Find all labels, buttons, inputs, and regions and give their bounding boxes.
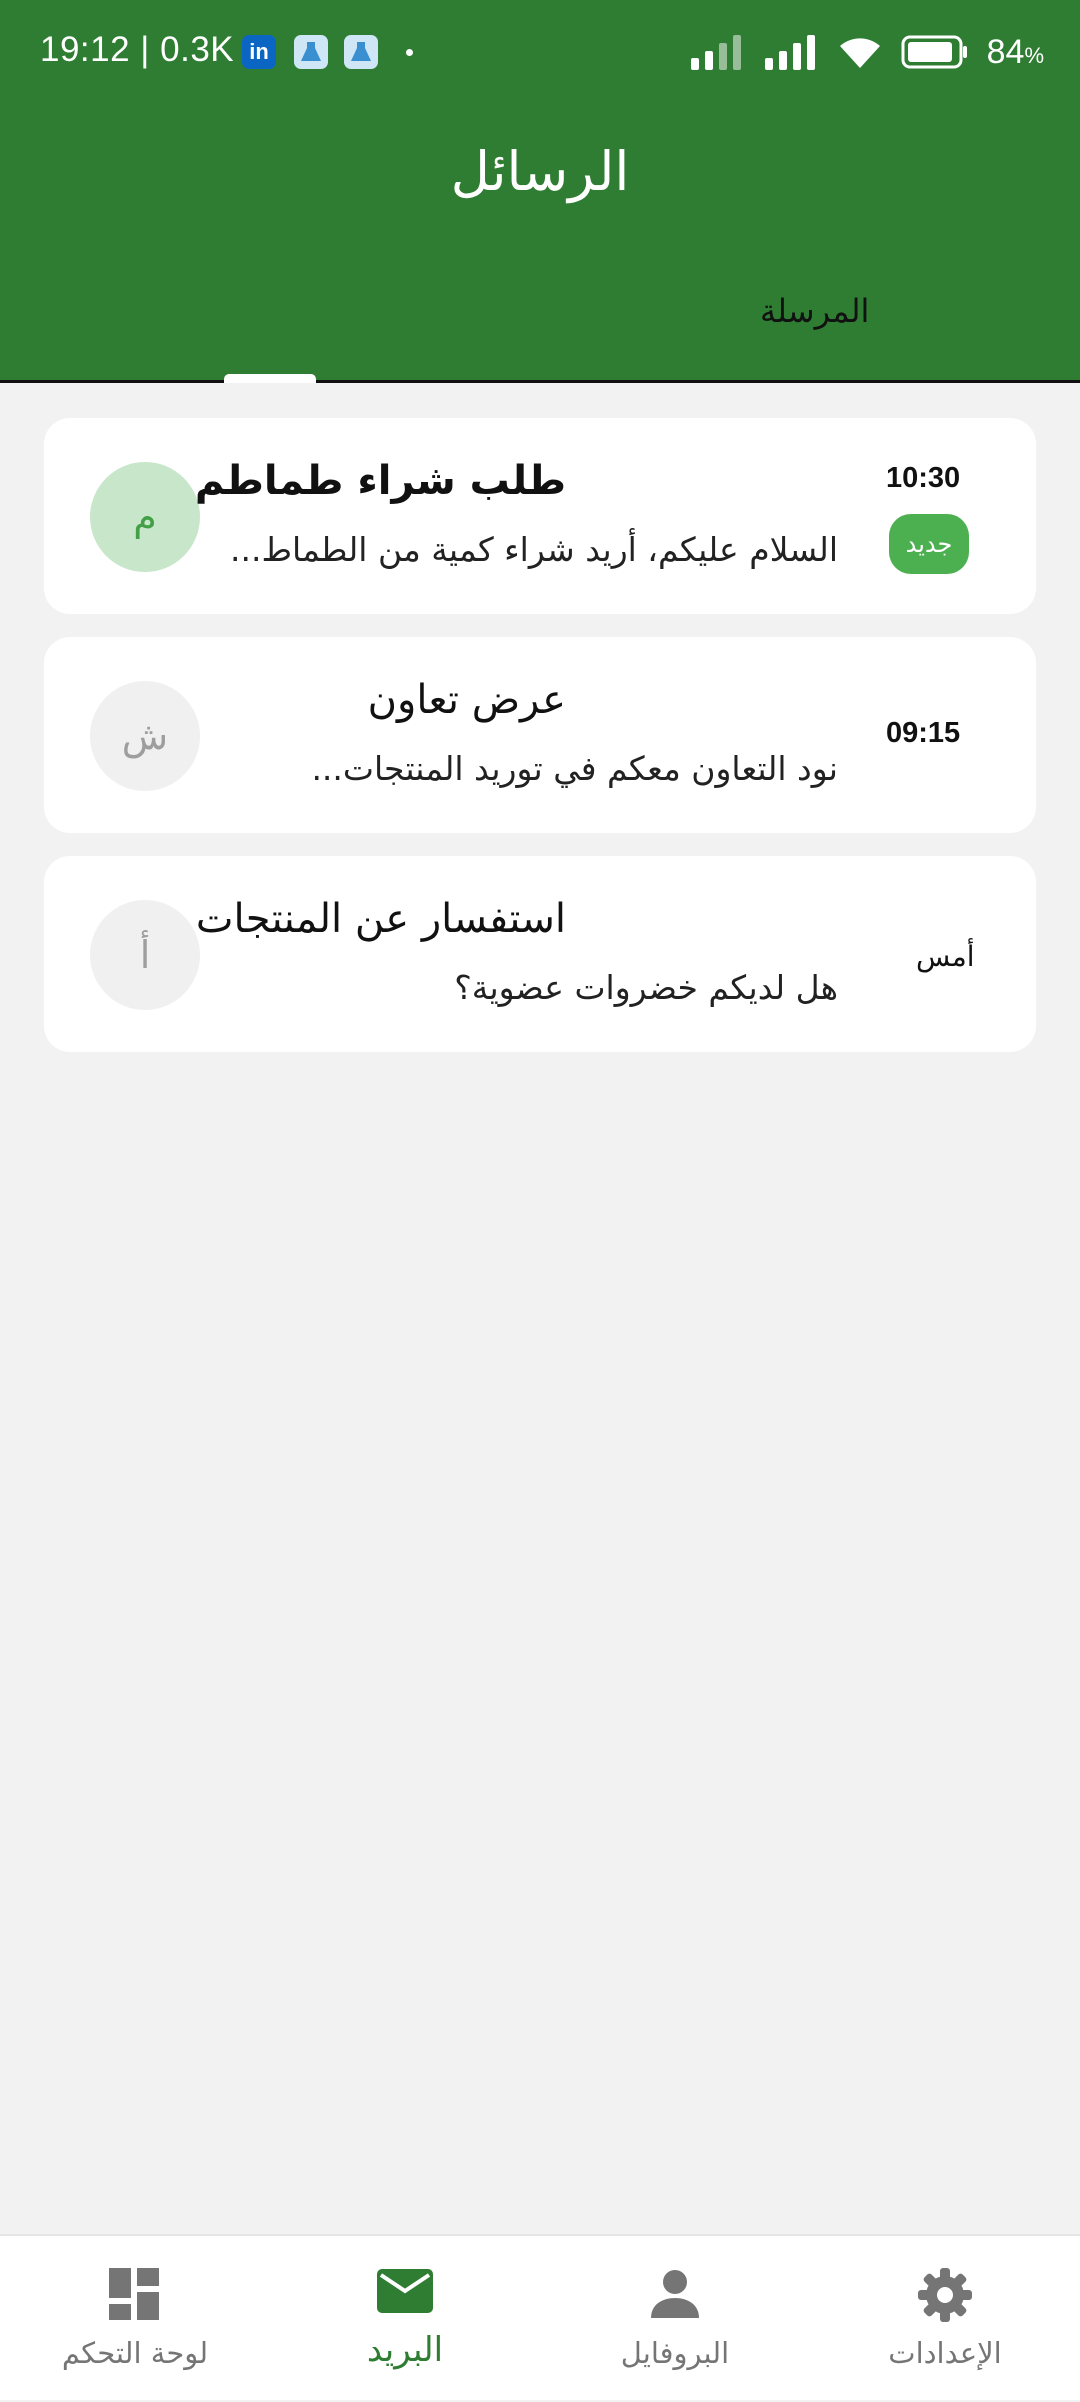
status-icons: 84% [689, 28, 1044, 76]
gear-icon [918, 2268, 972, 2322]
signal-icon [764, 35, 815, 70]
page-title: الرسائل [450, 140, 630, 203]
app-notification-icon [294, 35, 328, 69]
sender-avatar: م [90, 462, 200, 572]
battery-icon [901, 35, 967, 69]
sender-avatar: ش [90, 681, 200, 791]
message-preview: السلام عليكم، أريد شراء كمية من الطماط..… [230, 530, 838, 569]
mail-icon [377, 2269, 433, 2313]
message-subject: عرض تعاون [367, 677, 566, 723]
message-time: 09:15 [886, 717, 961, 749]
nav-item-dashboard[interactable]: لوحة التحكم [0, 2236, 270, 2402]
signal-icon [690, 35, 741, 70]
message-preview: هل لديكم خضروات عضوية؟ [454, 968, 838, 1007]
person-icon [651, 2270, 699, 2318]
status-time: 19:12 | 0.3K [40, 30, 235, 69]
dashboard-icon [109, 2268, 159, 2320]
app-notification-icon [344, 35, 378, 69]
message-time: أمس [916, 940, 975, 973]
message-card[interactable]: أ استفسار عن المنتجات هل لديكم خضروات عض… [44, 856, 1036, 1052]
nav-item-mail[interactable]: البريد [270, 2236, 540, 2402]
message-card[interactable]: م طلب شراء طماطم السلام عليكم، أريد شراء… [44, 418, 1036, 614]
nav-label: لوحة التحكم [61, 2336, 209, 2370]
message-time: 10:30 [886, 462, 961, 494]
app-bar: 19:12 | 0.3K in 84% الرسائل المرسلة [0, 0, 1080, 383]
nav-label: البروفايل [620, 2336, 730, 2370]
new-badge: جديد [889, 514, 969, 574]
message-card[interactable]: ش عرض تعاون نود التعاون معكم في توريد ال… [44, 637, 1036, 833]
nav-item-settings[interactable]: الإعدادات [810, 2236, 1080, 2402]
message-subject: طلب شراء طماطم [194, 458, 566, 504]
sender-avatar: أ [90, 900, 200, 1010]
nav-label: الإعدادات [888, 2336, 1002, 2370]
tab-sent[interactable]: المرسلة [760, 292, 869, 330]
battery-level: 84% [986, 32, 1044, 71]
linkedin-notification-icon: in [242, 35, 276, 69]
nav-item-profile[interactable]: البروفايل [540, 2236, 810, 2402]
bottom-navigation: لوحة التحكم البريد البروفايل الإعدادات [0, 2234, 1080, 2400]
tab-indicator [224, 374, 316, 383]
message-subject: استفسار عن المنتجات [195, 896, 566, 942]
nav-label: البريد [366, 2330, 444, 2370]
message-preview: نود التعاون معكم في توريد المنتجات... [311, 749, 838, 788]
status-bar: 19:12 | 0.3K in 84% [0, 0, 1080, 105]
more-notifications-dot [406, 49, 413, 56]
wifi-icon [839, 38, 880, 68]
